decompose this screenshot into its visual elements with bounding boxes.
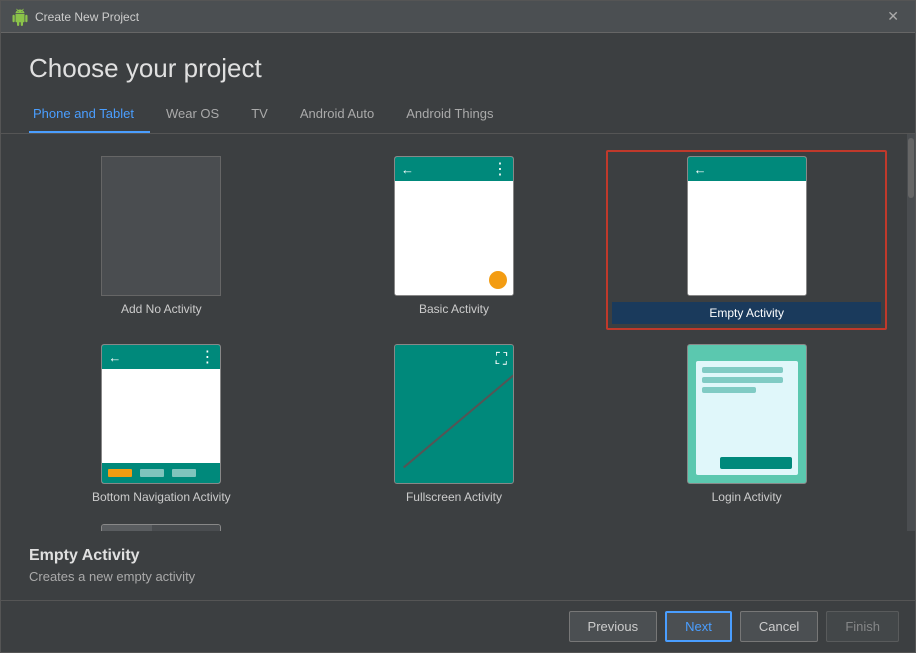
create-project-dialog: Create New Project ✕ Choose your project… <box>0 0 916 653</box>
tab-phone-tablet[interactable]: Phone and Tablet <box>29 96 150 133</box>
login-line-2 <box>702 377 783 383</box>
project-item-login[interactable]: Login Activity <box>606 338 887 510</box>
dialog-content: Choose your project Phone and Tablet Wea… <box>1 33 915 652</box>
empty-activity-card: ← <box>687 156 807 296</box>
basic-body <box>395 181 513 295</box>
tabs-bar: Phone and Tablet Wear OS TV Android Auto… <box>1 96 915 134</box>
tab-wear-os[interactable]: Wear OS <box>150 96 235 133</box>
main-area: Add No Activity ← ⋮ <box>1 134 915 531</box>
selected-activity-title: Empty Activity <box>29 547 887 565</box>
scrollbar-thumb <box>908 138 914 198</box>
project-grid: Add No Activity ← ⋮ <box>21 150 887 531</box>
basic-header: ← ⋮ <box>395 157 513 181</box>
login-line-1 <box>702 367 783 373</box>
fullscreen-icon: ⛶ <box>496 351 507 369</box>
project-item-bottom-nav[interactable]: ← ⋮ Bottom Navigation A <box>21 338 302 510</box>
tab-android-auto[interactable]: Android Auto <box>284 96 390 133</box>
fab-button <box>489 271 507 289</box>
tab-android-things[interactable]: Android Things <box>390 96 509 133</box>
fullscreen-card: ⛶ <box>394 344 514 484</box>
nav-item-2 <box>140 469 164 477</box>
previous-button[interactable]: Previous <box>569 611 658 642</box>
back-arrow: ← <box>401 162 414 177</box>
basic-label: Basic Activity <box>419 302 489 316</box>
bottom-nav-label: Bottom Navigation Activity <box>92 490 231 504</box>
bottom-nav-body <box>102 369 220 483</box>
bottom-nav-header: ← ⋮ <box>102 345 220 369</box>
title-bar-title: Create New Project <box>35 10 139 24</box>
title-bar-left: Create New Project <box>11 8 139 26</box>
dialog-header: Choose your project <box>1 33 915 96</box>
project-item-empty[interactable]: ← Empty Activity <box>606 150 887 330</box>
login-card <box>687 344 807 484</box>
empty-body <box>688 181 806 295</box>
dialog-footer: Previous Next Cancel Finish <box>1 600 915 652</box>
project-item-basic[interactable]: ← ⋮ Basic Activity <box>314 150 595 330</box>
login-btn-shape <box>720 457 792 469</box>
close-button[interactable]: ✕ <box>881 6 905 27</box>
next-button[interactable]: Next <box>665 611 732 642</box>
cancel-button[interactable]: Cancel <box>740 611 818 642</box>
project-grid-container: Add No Activity ← ⋮ <box>1 134 907 531</box>
login-line-3 <box>702 387 756 393</box>
empty-header: ← <box>688 157 806 181</box>
tab-tv[interactable]: TV <box>235 96 284 133</box>
project-item-fullscreen[interactable]: ⛶ Fullscreen Activity <box>314 338 595 510</box>
basic-activity-card: ← ⋮ <box>394 156 514 296</box>
bottom-nav-strip <box>102 463 220 483</box>
finish-button[interactable]: Finish <box>826 611 899 642</box>
project-item-nav-drawer[interactable]: Navigation Drawer Activity <box>21 518 302 531</box>
nav-item-1 <box>108 469 132 477</box>
login-content <box>696 361 798 475</box>
project-item-no-activity[interactable]: Add No Activity <box>21 150 302 330</box>
nav-item-3 <box>172 469 196 477</box>
nav-drawer-card <box>101 524 221 531</box>
bottom-info: Empty Activity Creates a new empty activ… <box>1 531 915 600</box>
fullscreen-label: Fullscreen Activity <box>406 490 502 504</box>
back-arrow-2: ← <box>694 162 707 177</box>
dialog-title: Choose your project <box>29 53 887 84</box>
scrollbar[interactable] <box>907 134 915 531</box>
login-label: Login Activity <box>712 490 782 504</box>
menu-dots: ⋮ <box>492 159 507 179</box>
empty-label: Empty Activity <box>612 302 881 324</box>
bottom-nav-card: ← ⋮ <box>101 344 221 484</box>
diagonal-decoration <box>403 364 514 468</box>
no-activity-label: Add No Activity <box>121 302 202 316</box>
no-activity-card <box>101 156 221 296</box>
menu-dots-3: ⋮ <box>199 347 214 367</box>
back-arrow-3: ← <box>108 350 121 365</box>
android-icon <box>11 8 29 26</box>
selected-activity-desc: Creates a new empty activity <box>29 569 887 584</box>
title-bar: Create New Project ✕ <box>1 1 915 33</box>
